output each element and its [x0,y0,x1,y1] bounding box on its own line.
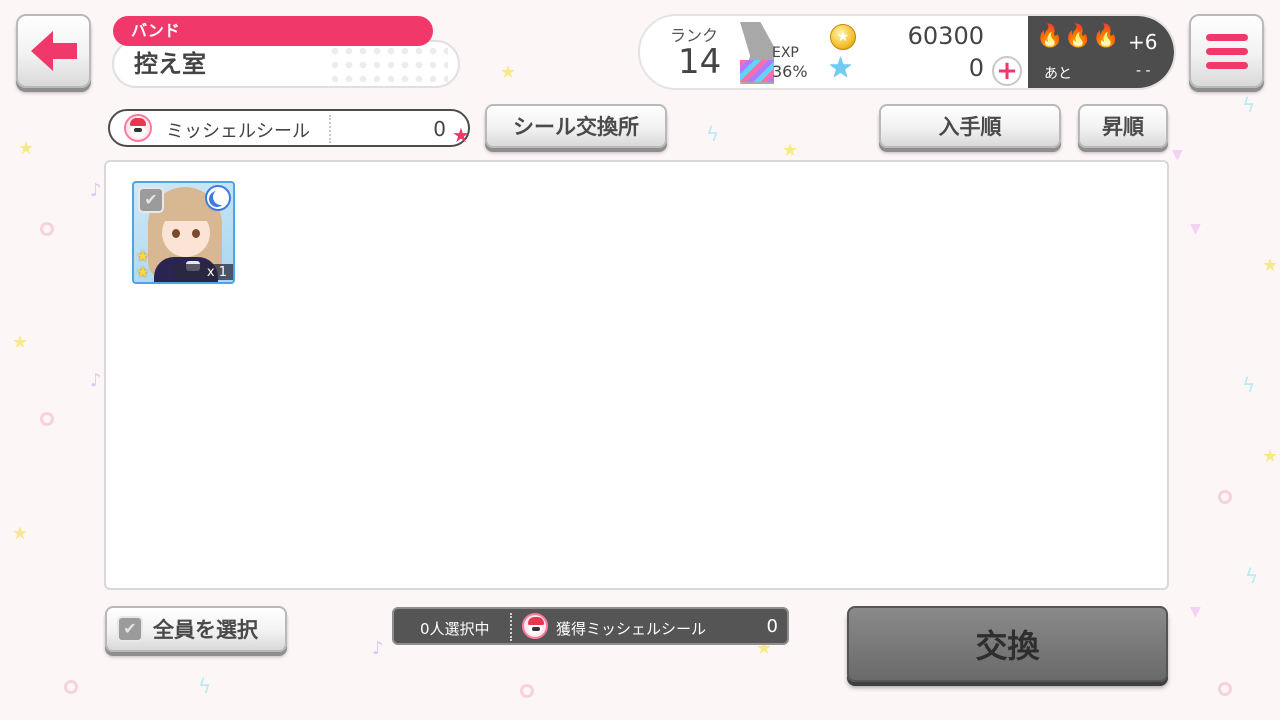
michelle-seal-counter: ミッシェルシール 0 ★ [108,109,470,147]
member-card[interactable]: ✔ ★ ★ x 1 [132,181,235,284]
selected-count: 0人選択中 [420,620,490,638]
flame-icon: 🔥 [1036,24,1064,49]
exp-percent: 36% [772,62,808,81]
back-button[interactable] [16,14,91,88]
plus-icon: + [996,56,1018,86]
card-select-checkbox[interactable]: ✔ [138,187,164,213]
band-label: バンド [113,16,433,46]
rank-value: 14 [678,42,722,82]
selection-summary: 0人選択中 獲得ミッシェルシール 0 [392,607,789,645]
obtained-seal-label: 獲得ミッシェルシール [556,620,707,638]
seal-exchange-button[interactable]: シール交換所 [485,104,667,148]
flame-icon: 🔥 [1092,24,1120,49]
rarity-star-icon: ★ [136,247,150,265]
boost-remaining-value: - - [1136,63,1151,79]
sort-direction-button[interactable]: 昇順 [1078,104,1168,148]
select-all-label: 全員を選択 [153,618,258,642]
card-quantity: x 1 [206,265,227,280]
obtained-seal-value: 0 [766,616,778,637]
menu-button[interactable] [1189,14,1264,88]
exp-gauge-fill [740,60,774,82]
exp-label: EXP [772,45,799,61]
michelle-seal-icon [522,613,548,639]
divider [510,613,512,641]
checkbox-icon: ✔ [117,616,143,642]
seal-value: 0 [433,117,446,141]
member-list-panel: ✔ ★ ★ x 1 [104,160,1169,590]
live-boost-panel: 🔥 🔥 🔥 +6 あと - - [1028,16,1174,88]
rarity-star-icon: ★ [136,263,150,281]
boost-count: +6 [1128,30,1158,54]
page-title-box: 控え室 [112,40,460,88]
exchange-button[interactable]: 交換 [847,606,1168,682]
cool-attribute-icon [205,185,231,211]
star-badge-icon: ★ [452,123,470,147]
sort-order-button[interactable]: 入手順 [879,104,1061,148]
seal-label: ミッシェルシール [166,121,310,142]
michelle-seal-icon [124,114,152,142]
coin-value: 60300 [907,22,984,50]
boost-remaining-label: あと [1044,66,1072,82]
title-plate: 控え室 バンド [112,14,462,90]
back-arrow-icon [30,31,77,71]
player-status-panel: ランク 14 EXP 36% ★ 60300 ★ 0 + 🔥 🔥 🔥 +6 あと… [638,14,1176,90]
divider [329,115,331,143]
page-title: 控え室 [134,50,206,78]
dot-pattern [328,44,448,86]
flame-icon: 🔥 [1064,24,1092,49]
star-gem-value: 0 [968,54,984,82]
add-star-gem-button[interactable]: + [992,56,1022,86]
select-all-button[interactable]: ✔ 全員を選択 [105,606,287,652]
hamburger-icon [1205,33,1248,69]
